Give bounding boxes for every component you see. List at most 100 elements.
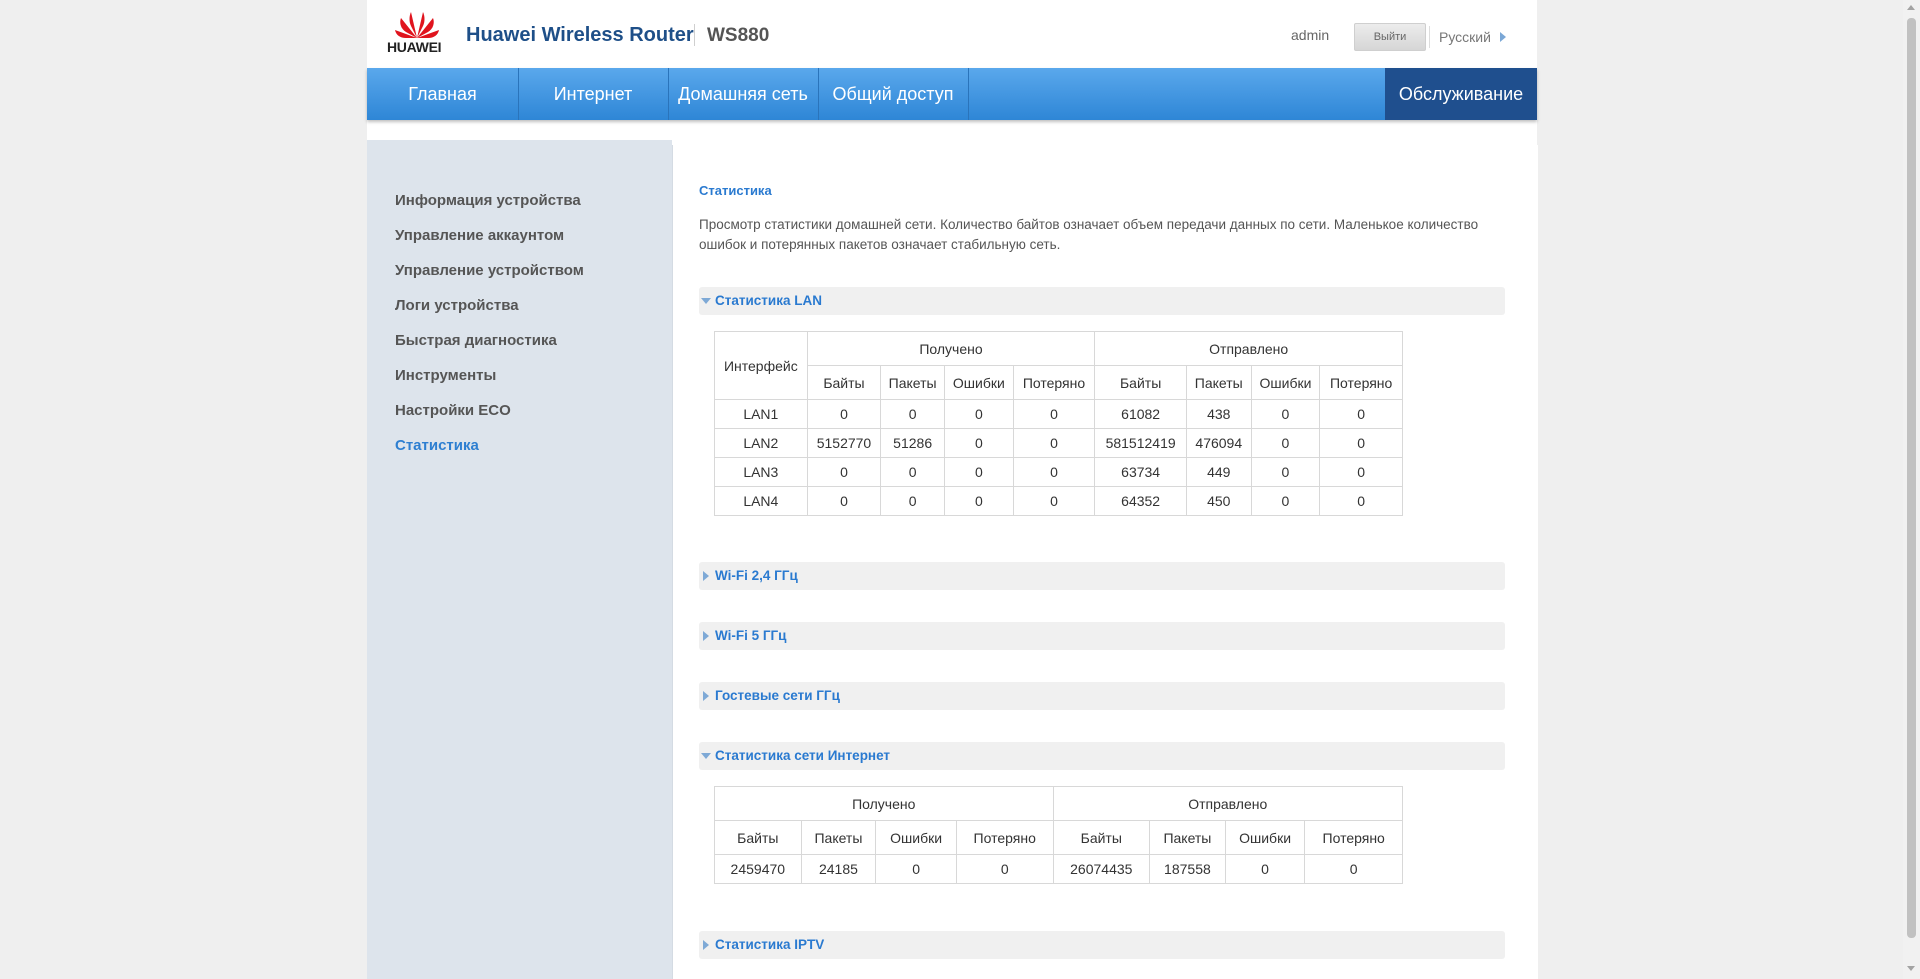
router-page: HUAWEI Huawei Wireless Router WS880 admi… <box>367 0 1538 979</box>
section-wifi5-header[interactable]: Wi-Fi 5 ГГц <box>699 622 1505 650</box>
page-description: Просмотр статистики домашней сети. Колич… <box>699 217 1479 252</box>
table-subheader: Пакеты <box>800 820 877 855</box>
table-row: LAN3 0 0 0 0 63734 449 0 0 <box>714 457 1403 487</box>
chevron-right-icon <box>703 571 709 581</box>
section-wifi5-label: Wi-Fi 5 ГГц <box>715 628 787 643</box>
lang-divider <box>1429 26 1430 48</box>
section-guest-header[interactable]: Гостевые сети ГГц <box>699 682 1505 710</box>
sidebar: Информация устройства Управление аккаунт… <box>367 140 672 979</box>
table-cell: LAN4 <box>714 486 808 516</box>
table-cell: 0 <box>806 399 882 429</box>
section-wifi24-header[interactable]: Wi-Fi 2,4 ГГц <box>699 562 1505 590</box>
sidebar-item-tools[interactable]: Инструменты <box>395 367 496 384</box>
section-iptv-label: Статистика IPTV <box>715 937 825 952</box>
sidebar-item-device-info[interactable]: Информация устройства <box>395 192 581 209</box>
table-cell: LAN1 <box>714 399 808 429</box>
table-cell: 5152770 <box>806 428 882 458</box>
table-subheader: Пакеты <box>880 365 945 400</box>
section-wifi24-label: Wi-Fi 2,4 ГГц <box>715 568 798 583</box>
nav-sharing[interactable]: Общий доступ <box>818 68 969 120</box>
table-row: 2459470 24185 0 0 26074435 187558 0 0 <box>714 854 1403 884</box>
table-cell: 0 <box>880 486 945 516</box>
table-cell: 0 <box>1304 854 1403 884</box>
nav-home-network[interactable]: Домашняя сеть <box>668 68 819 120</box>
sidebar-item-device-management[interactable]: Управление устройством <box>395 262 584 279</box>
table-cell: 0 <box>1224 854 1306 884</box>
section-lan-label: Статистика LAN <box>715 293 822 308</box>
app-title: Huawei Wireless Router <box>466 24 694 46</box>
nav-home[interactable]: Главная <box>367 68 519 120</box>
table-cell: LAN3 <box>714 457 808 487</box>
table-subheader: Пакеты <box>1149 820 1226 855</box>
table-row: LAN2 5152770 51286 0 0 581512419 476094 … <box>714 428 1403 458</box>
table-subheader: Пакеты <box>1185 365 1252 400</box>
section-iptv-header[interactable]: Статистика IPTV <box>699 931 1505 959</box>
table-subheader: Потеряно <box>1012 365 1096 400</box>
chevron-right-icon <box>703 691 709 701</box>
table-cell: 0 <box>1012 428 1096 458</box>
table-cell: 0 <box>1319 486 1403 516</box>
table-cell: 0 <box>875 854 957 884</box>
scroll-up-icon[interactable] <box>1907 5 1915 10</box>
table-header-received: Получено <box>806 331 1096 366</box>
header: HUAWEI Huawei Wireless Router WS880 admi… <box>367 0 1537 68</box>
internet-stats-table: Получено Отправлено Байты Пакеты Ошибки … <box>714 786 1403 884</box>
table-cell: 2459470 <box>714 854 802 884</box>
chevron-down-icon <box>701 753 711 759</box>
table-cell: 0 <box>1250 399 1321 429</box>
table-header-interface: Интерфейс <box>714 331 808 400</box>
page-scrollbar[interactable] <box>1903 0 1920 979</box>
chevron-down-icon <box>701 298 711 304</box>
table-subheader: Ошибки <box>875 820 957 855</box>
chevron-right-icon <box>703 631 709 641</box>
logout-button[interactable]: Выйти <box>1354 23 1426 51</box>
table-cell: 0 <box>1319 399 1403 429</box>
sidebar-item-diagnostics[interactable]: Быстрая диагностика <box>395 332 557 349</box>
table-cell: 26074435 <box>1052 854 1151 884</box>
table-subheader: Потеряно <box>1304 820 1403 855</box>
title-divider <box>694 24 695 46</box>
nav-maintenance[interactable]: Обслуживание <box>1385 68 1537 120</box>
chevron-right-icon[interactable] <box>1500 32 1506 42</box>
table-subheader: Ошибки <box>1250 365 1321 400</box>
table-cell: 0 <box>1012 486 1096 516</box>
table-cell: 61082 <box>1094 399 1187 429</box>
nav-internet[interactable]: Интернет <box>518 68 669 120</box>
table-subheader: Байты <box>1052 820 1151 855</box>
table-subheader: Байты <box>714 820 802 855</box>
section-lan-header[interactable]: Статистика LAN <box>699 287 1505 315</box>
table-header-sent: Отправлено <box>1052 786 1403 821</box>
table-row: LAN4 0 0 0 0 64352 450 0 0 <box>714 486 1403 516</box>
table-subheader: Байты <box>806 365 882 400</box>
table-cell: 51286 <box>880 428 945 458</box>
language-selector[interactable]: Русский <box>1439 29 1491 45</box>
table-cell: 0 <box>880 399 945 429</box>
table-subheader: Потеряно <box>955 820 1054 855</box>
table-cell: 0 <box>944 428 1014 458</box>
table-row: LAN1 0 0 0 0 61082 438 0 0 <box>714 399 1403 429</box>
sidebar-item-eco[interactable]: Настройки ECO <box>395 402 511 419</box>
table-subheader: Потеряно <box>1319 365 1403 400</box>
table-cell: 438 <box>1185 399 1252 429</box>
table-cell: 449 <box>1185 457 1252 487</box>
table-cell: 476094 <box>1185 428 1252 458</box>
section-internet-header[interactable]: Статистика сети Интернет <box>699 742 1505 770</box>
table-cell: 0 <box>944 399 1014 429</box>
table-header-sent: Отправлено <box>1094 331 1403 366</box>
main-content: Статистика Просмотр статистики домашней … <box>672 145 1538 979</box>
section-guest-label: Гостевые сети ГГц <box>715 688 840 703</box>
table-cell: 581512419 <box>1094 428 1187 458</box>
table-cell: 0 <box>1250 486 1321 516</box>
sidebar-item-statistics[interactable]: Статистика <box>395 437 479 454</box>
username: admin <box>1291 27 1330 43</box>
table-cell: 0 <box>806 486 882 516</box>
table-cell: LAN2 <box>714 428 808 458</box>
scrollbar-thumb[interactable] <box>1907 18 1916 938</box>
table-header-received: Получено <box>714 786 1054 821</box>
table-cell: 0 <box>1012 457 1096 487</box>
table-cell: 0 <box>1319 457 1403 487</box>
table-cell: 0 <box>1012 399 1096 429</box>
sidebar-item-logs[interactable]: Логи устройства <box>395 297 519 314</box>
sidebar-item-account[interactable]: Управление аккаунтом <box>395 227 564 244</box>
scroll-down-icon[interactable] <box>1907 966 1915 971</box>
